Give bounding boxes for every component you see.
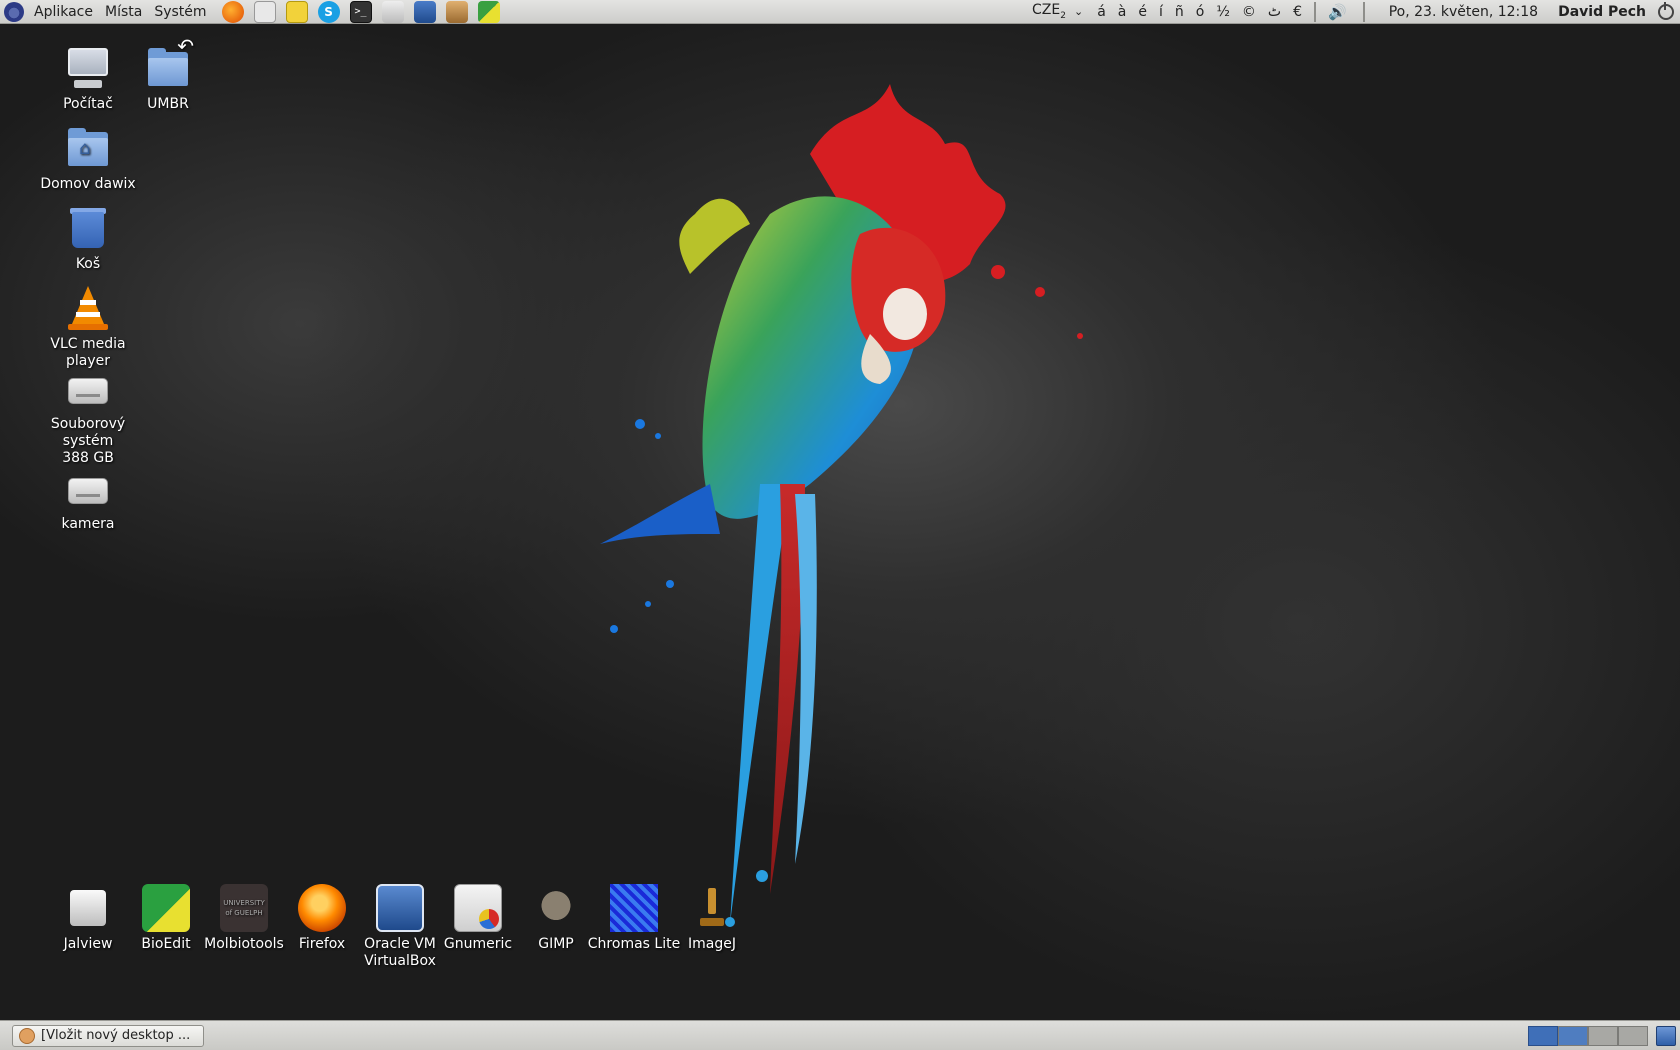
home-folder-icon: ⌂	[64, 124, 112, 172]
character-palette: á à é í ñ ó ½ © ٹ €	[1091, 4, 1308, 20]
notes-launcher-icon[interactable]	[285, 0, 308, 23]
char-e-acute[interactable]: é	[1138, 4, 1147, 20]
char-copyright[interactable]: ©	[1242, 4, 1256, 20]
archive-launcher-icon[interactable]	[445, 0, 468, 23]
terminal-launcher-icon[interactable]: >_	[349, 0, 372, 23]
microscope-icon	[688, 884, 736, 932]
desktop-icon-trash[interactable]: Koš	[28, 204, 148, 273]
bioedit-icon	[142, 884, 190, 932]
char-a-grave[interactable]: à	[1118, 4, 1127, 20]
jalview-launcher-icon[interactable]	[381, 0, 404, 23]
taskbar-window-button[interactable]: [Vložit nový desktop ...	[12, 1024, 204, 1047]
bottom-panel: [Vložit nový desktop ...	[0, 1020, 1680, 1050]
wallpaper-parrot	[600, 84, 1083, 927]
char-o-acute[interactable]: ó	[1196, 4, 1205, 20]
desktop-icon-label-2: VirtualBox	[364, 953, 436, 969]
desktop-app-imagej[interactable]: ImageJ	[652, 884, 772, 953]
hard-drive-icon	[64, 464, 112, 512]
user-menu[interactable]: David Pech	[1558, 4, 1646, 20]
desktop-icon-label: Souborový systém	[50, 416, 126, 449]
gnome-foot-icon[interactable]	[4, 1, 24, 22]
taskbar-window-title: [Vložit nový desktop ...	[41, 1028, 191, 1043]
char-one-half[interactable]: ½	[1216, 4, 1230, 20]
char-i-acute[interactable]: í	[1159, 4, 1163, 20]
panel-separator	[1314, 1, 1317, 22]
workspace-switcher	[1528, 1025, 1648, 1046]
workspace-4[interactable]	[1618, 1025, 1648, 1046]
bioedit-launcher-icon[interactable]	[477, 0, 500, 23]
trash-icon	[64, 204, 112, 252]
workspace-1[interactable]	[1528, 1025, 1558, 1046]
jalview-icon	[70, 890, 106, 926]
virtualbox-icon	[376, 884, 424, 932]
char-n-tilde[interactable]: ñ	[1175, 4, 1184, 20]
desktop-icon-vlc[interactable]: VLC media player	[28, 284, 148, 370]
window-app-icon	[19, 1027, 35, 1044]
panel-separator	[1362, 1, 1365, 22]
desktop-icon-label: Domov dawix	[40, 176, 136, 192]
top-panel: Aplikace Místa Systém S >_ CZE2 ⌄ á à é …	[0, 0, 1680, 24]
desktop-icon-label: Koš	[75, 256, 101, 272]
clock[interactable]: Po, 23. květen, 12:18	[1389, 4, 1538, 20]
gnumeric-icon	[454, 884, 502, 932]
workspace-2[interactable]	[1558, 1025, 1588, 1046]
desktop-icon-label: kamera	[61, 516, 115, 532]
char-a-acute[interactable]: á	[1097, 4, 1106, 20]
virtualbox-launcher-icon[interactable]	[413, 0, 436, 23]
skype-launcher-icon[interactable]: S	[317, 0, 340, 23]
network-launcher-icon[interactable]	[253, 0, 276, 23]
desktop-icon-umbr[interactable]: ↶ UMBR	[108, 36, 228, 113]
hard-drive-icon	[64, 364, 112, 412]
menu-applications[interactable]: Aplikace	[28, 0, 99, 24]
menu-system[interactable]: Systém	[148, 0, 212, 24]
desktop-icon-label: ImageJ	[688, 936, 736, 952]
desktop-icon-label: UMBR	[147, 96, 189, 112]
desktop-icon-kamera[interactable]: kamera	[28, 464, 148, 533]
keyboard-layout-indicator[interactable]: CZE2	[1030, 2, 1068, 21]
firefox-icon	[298, 884, 346, 932]
firefox-launcher-icon[interactable]	[221, 0, 244, 23]
chevron-down-icon[interactable]: ⌄	[1074, 5, 1083, 18]
main-menu: Aplikace Místa Systém	[0, 0, 213, 24]
vlc-cone-icon	[64, 284, 112, 332]
gimp-icon	[532, 884, 580, 932]
workspace-3[interactable]	[1588, 1025, 1618, 1046]
desktop-icon-filesystem[interactable]: Souborový systém 388 GB	[28, 364, 148, 467]
panel-launchers: S >_	[217, 0, 505, 23]
panel-tray: CZE2 ⌄ á à é í ñ ó ½ © ٹ € 🔊 Po, 23. kvě…	[1030, 0, 1680, 24]
desktop-icon-home[interactable]: ⌂ Domov dawix	[28, 124, 148, 193]
molbiotools-icon: UNIVERSITY of GUELPH	[220, 884, 268, 932]
power-icon[interactable]	[1658, 1, 1674, 20]
folder-link-icon: ↶	[144, 36, 194, 92]
chromas-icon	[610, 884, 658, 932]
desktop: Počítač ↶ UMBR ⌂ Domov dawix Koš VLC med…	[0, 24, 1680, 1020]
show-desktop-icon[interactable]	[1656, 1025, 1676, 1046]
menu-places[interactable]: Místa	[99, 0, 148, 24]
computer-icon	[64, 44, 112, 92]
char-arabic[interactable]: ٹ	[1268, 4, 1281, 20]
char-euro[interactable]: €	[1293, 4, 1302, 20]
volume-icon[interactable]: 🔊	[1328, 3, 1347, 21]
